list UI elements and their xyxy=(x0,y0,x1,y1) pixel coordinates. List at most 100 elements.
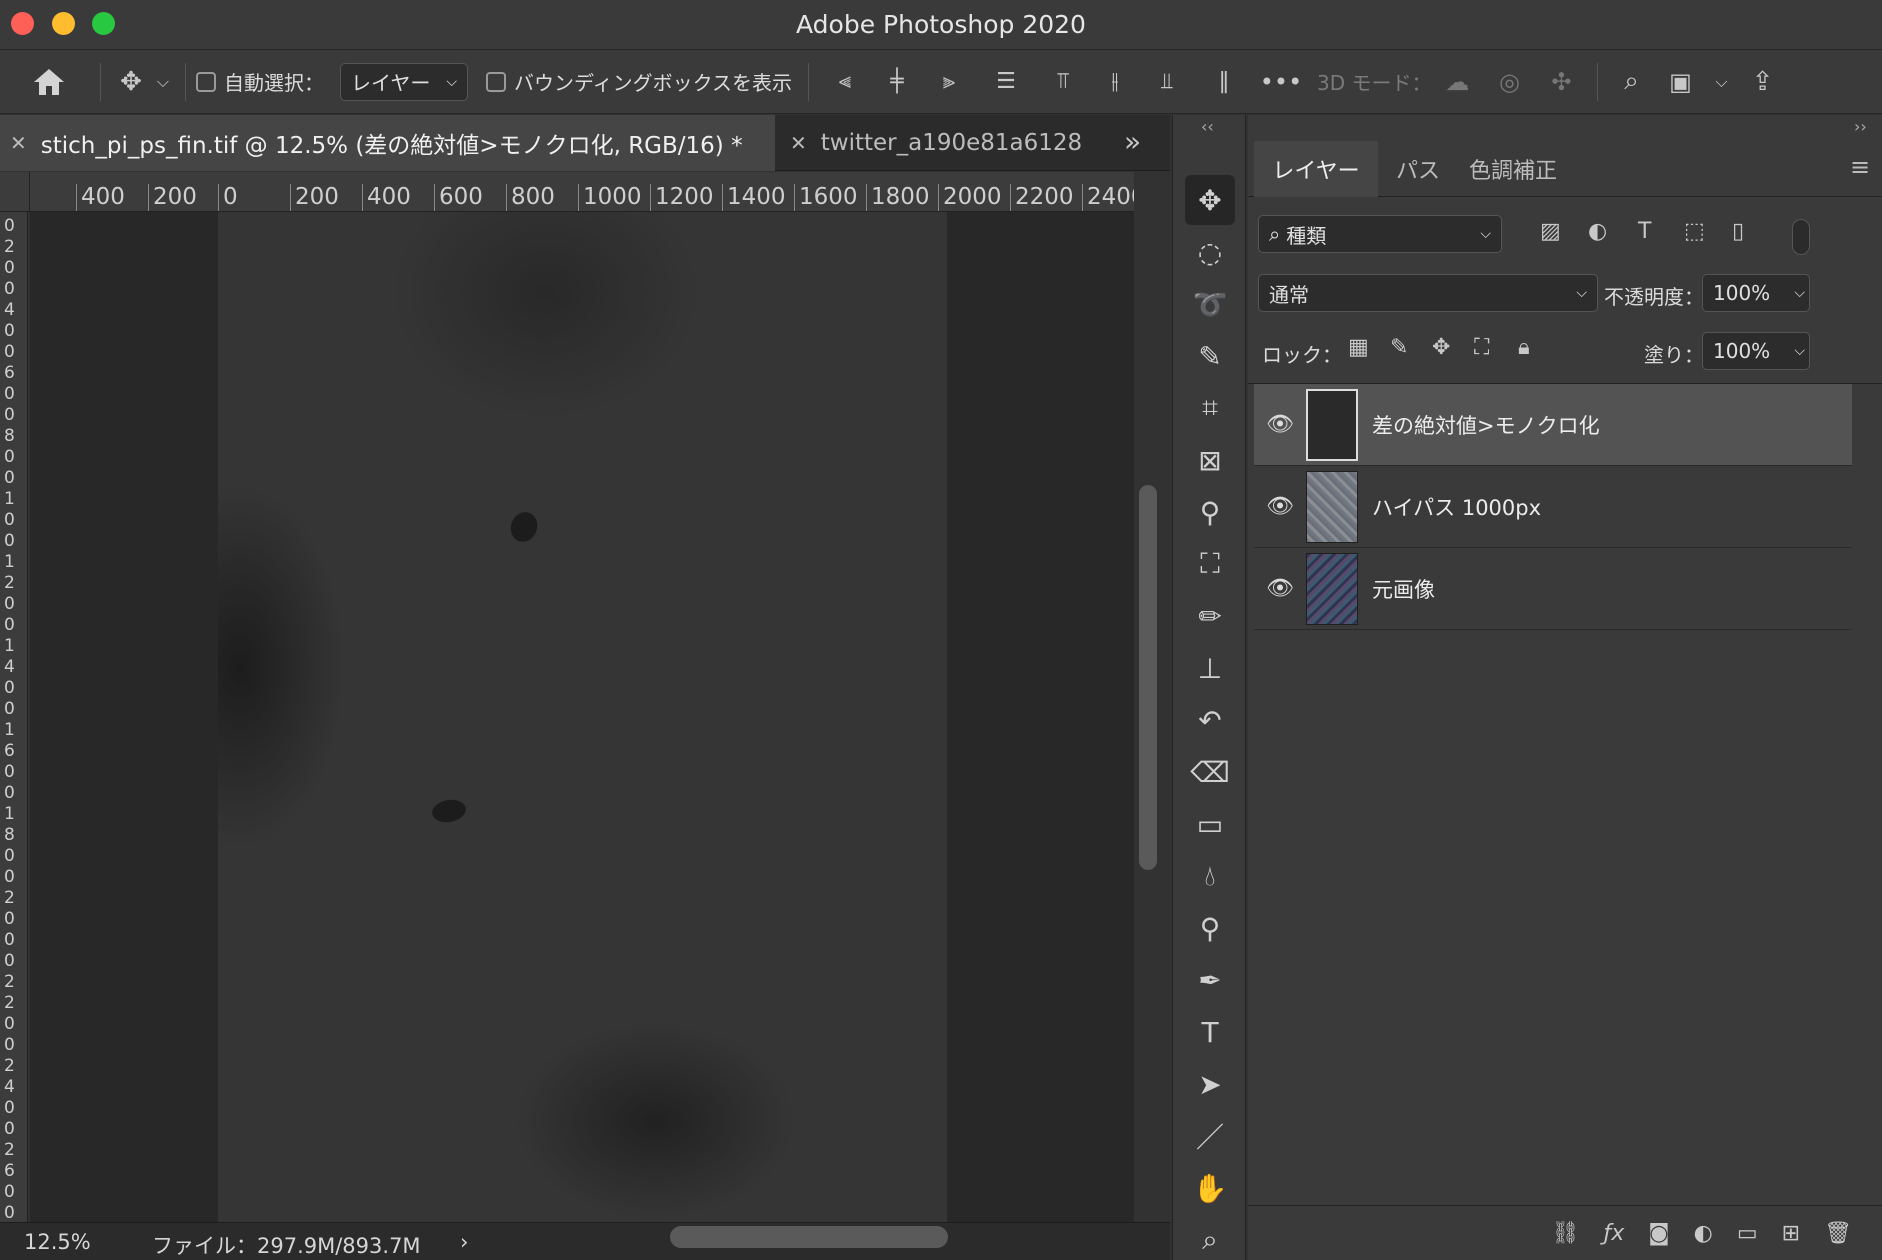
tab-layers[interactable]: レイヤー xyxy=(1254,141,1378,197)
dodge-tool-icon[interactable]: ⚲ xyxy=(1185,903,1235,953)
visibility-eye-icon[interactable]: 👁︎ xyxy=(1254,494,1306,519)
home-icon[interactable] xyxy=(26,67,72,97)
align-top-icon[interactable]: ⫪ xyxy=(1037,69,1089,94)
filter-pixel-icon[interactable]: ▨ xyxy=(1540,219,1561,244)
collapse-icon[interactable]: ‹‹ xyxy=(1201,117,1214,136)
path-selection-tool-icon[interactable]: ➤ xyxy=(1185,1059,1235,1109)
tab-document-inactive[interactable]: ✕ twitter_a190e81a6128 xyxy=(780,115,1090,171)
zoom-tool-icon[interactable]: ⌕ xyxy=(1185,1215,1235,1260)
new-group-icon[interactable]: ▭ xyxy=(1737,1221,1758,1246)
healing-brush-tool-icon[interactable]: ⛶ xyxy=(1185,539,1235,589)
speck xyxy=(430,797,468,825)
move-tool-icon[interactable]: ✥ xyxy=(1185,175,1235,225)
adjustment-layer-icon[interactable]: ◐ xyxy=(1694,1221,1713,1246)
layer-filter-dropdown[interactable]: ⌕ 種類 ⌵ xyxy=(1258,215,1502,253)
eyedropper-tool-icon[interactable]: ⚲ xyxy=(1185,487,1235,537)
align-left-icon[interactable]: ⫷ xyxy=(819,69,871,94)
filter-shape-icon[interactable]: ⬚ xyxy=(1684,219,1705,244)
canvas-area[interactable] xyxy=(30,212,1134,1222)
brush-tool-icon[interactable]: ✏ xyxy=(1185,591,1235,641)
chevron-right-icon[interactable]: › xyxy=(460,1230,468,1254)
opacity-field[interactable]: 100% ⌵ xyxy=(1702,274,1810,312)
horizontal-scrollbar[interactable] xyxy=(670,1226,948,1248)
chevron-down-icon[interactable]: ⌵ xyxy=(1706,72,1736,92)
move-tool-icon[interactable]: ✥ xyxy=(111,67,151,97)
filter-toggle-icon[interactable] xyxy=(1792,219,1810,255)
ruler-tick-label: 1 xyxy=(4,552,15,572)
auto-select-checkbox[interactable] xyxy=(196,71,216,92)
tab-paths[interactable]: パス xyxy=(1378,141,1458,197)
auto-select-target-dropdown[interactable]: レイヤー ⌵ xyxy=(340,62,468,101)
zoom-level[interactable]: 12.5% xyxy=(24,1230,91,1254)
3d-roll-icon[interactable]: ◎ xyxy=(1483,68,1535,96)
link-layers-icon[interactable]: ⛓ xyxy=(1552,1221,1580,1246)
vertical-ruler[interactable]: 0200400600800100120014001600180020002200… xyxy=(0,212,28,1222)
chevron-down-icon[interactable]: ⌵ xyxy=(1794,343,1805,359)
distribute-vertical-icon[interactable]: ‖ xyxy=(1193,69,1255,94)
distribute-horizontal-icon[interactable]: ☰ xyxy=(975,69,1037,94)
filter-smart-object-icon[interactable]: ▯ xyxy=(1732,219,1744,244)
filter-adjustment-icon[interactable]: ◐ xyxy=(1588,219,1607,244)
eraser-tool-icon[interactable]: ⌫ xyxy=(1185,747,1235,797)
layer-style-icon[interactable]: ƒx xyxy=(1604,1221,1625,1246)
expand-icon[interactable]: ›› xyxy=(1854,117,1867,136)
layer-name[interactable]: 差の絶対値>モノクロ化 xyxy=(1372,410,1600,440)
horizontal-ruler[interactable]: 400 200 0 200 400 600 800 1000 1200 1400 1600 1800 2… xyxy=(30,172,1134,212)
align-right-icon[interactable]: ⫸ xyxy=(923,69,975,94)
share-icon[interactable]: ⇪ xyxy=(1736,67,1788,97)
3d-orbit-icon[interactable]: ☁ xyxy=(1431,68,1483,96)
lock-position-icon[interactable]: ✥ xyxy=(1432,335,1450,360)
align-center-icon[interactable]: ╪ xyxy=(871,69,923,94)
type-tool-icon[interactable]: T xyxy=(1185,1007,1235,1057)
pen-tool-icon[interactable]: ✒ xyxy=(1185,955,1235,1005)
history-brush-tool-icon[interactable]: ↶ xyxy=(1185,695,1235,745)
line-tool-icon[interactable]: ／ xyxy=(1185,1111,1235,1161)
gradient-tool-icon[interactable]: ▭ xyxy=(1185,799,1235,849)
clone-stamp-tool-icon[interactable]: ⊥ xyxy=(1185,643,1235,693)
layer-row[interactable]: 👁︎ 元画像 xyxy=(1254,548,1852,630)
hand-tool-icon[interactable]: ✋ xyxy=(1185,1163,1235,1213)
bounding-box-label: バウンディングボックスを表示 xyxy=(514,71,792,95)
search-icon[interactable]: ⌕ xyxy=(1608,66,1654,97)
ruler-tick-label: 0 xyxy=(4,762,15,782)
layer-name[interactable]: 元画像 xyxy=(1372,574,1435,604)
frame-tool-icon[interactable]: ⊠ xyxy=(1185,435,1235,485)
tab-adjustments[interactable]: 色調補正 xyxy=(1458,141,1568,197)
visibility-eye-icon[interactable]: 👁︎ xyxy=(1254,412,1306,437)
layer-name[interactable]: ハイパス 1000px xyxy=(1372,492,1541,522)
fill-field[interactable]: 100% ⌵ xyxy=(1702,332,1810,370)
delete-layer-icon[interactable]: 🗑︎ xyxy=(1824,1221,1852,1246)
more-options-icon[interactable]: ••• xyxy=(1255,68,1307,96)
lock-all-icon[interactable]: 🔒︎ xyxy=(1518,335,1530,360)
filter-type-icon[interactable]: T xyxy=(1638,219,1651,244)
ruler-origin[interactable] xyxy=(0,172,30,212)
lock-artboard-icon[interactable]: ⛶ xyxy=(1474,335,1489,360)
visibility-eye-icon[interactable]: 👁︎ xyxy=(1254,576,1306,601)
close-tab-icon[interactable]: ✕ xyxy=(10,131,27,155)
layer-row[interactable]: 👁︎ 差の絶対値>モノクロ化 xyxy=(1254,384,1852,466)
lock-paint-icon[interactable]: ✎ xyxy=(1390,335,1408,360)
bounding-box-checkbox[interactable] xyxy=(486,71,506,92)
document-image[interactable] xyxy=(218,212,947,1222)
workspace-icon[interactable]: ▣ xyxy=(1654,68,1706,96)
more-tabs-icon[interactable]: » xyxy=(1124,125,1141,158)
lasso-tool-icon[interactable]: ➰ xyxy=(1185,279,1235,329)
vertical-scrollbar[interactable] xyxy=(1139,485,1157,870)
3d-pan-icon[interactable]: ✣ xyxy=(1535,68,1587,96)
tab-document-active[interactable]: ✕ stich_pi_ps_fin.tif @ 12.5% (差の絶対値>モノク… xyxy=(0,115,775,171)
blur-tool-icon[interactable]: 💧︎ xyxy=(1185,851,1235,901)
layer-mask-icon[interactable]: ◙ xyxy=(1648,1221,1669,1246)
chevron-down-icon[interactable]: ⌵ xyxy=(151,72,175,92)
layer-row[interactable]: 👁︎ ハイパス 1000px xyxy=(1254,466,1852,548)
quick-selection-tool-icon[interactable]: ✎ xyxy=(1185,331,1235,381)
panel-menu-icon[interactable]: ≡ xyxy=(1850,153,1870,181)
new-layer-icon[interactable]: ⊞ xyxy=(1782,1221,1800,1246)
chevron-down-icon[interactable]: ⌵ xyxy=(1794,285,1805,301)
align-middle-icon[interactable]: ⫲ xyxy=(1089,69,1141,94)
align-bottom-icon[interactable]: ⫫ xyxy=(1141,69,1193,94)
close-tab-icon[interactable]: ✕ xyxy=(790,131,807,155)
blend-mode-dropdown[interactable]: 通常 ⌵ xyxy=(1258,274,1598,312)
lock-transparency-icon[interactable]: ▦ xyxy=(1348,335,1369,360)
crop-tool-icon[interactable]: ⌗ xyxy=(1185,383,1235,433)
marquee-tool-icon[interactable]: ◌ xyxy=(1185,227,1235,277)
